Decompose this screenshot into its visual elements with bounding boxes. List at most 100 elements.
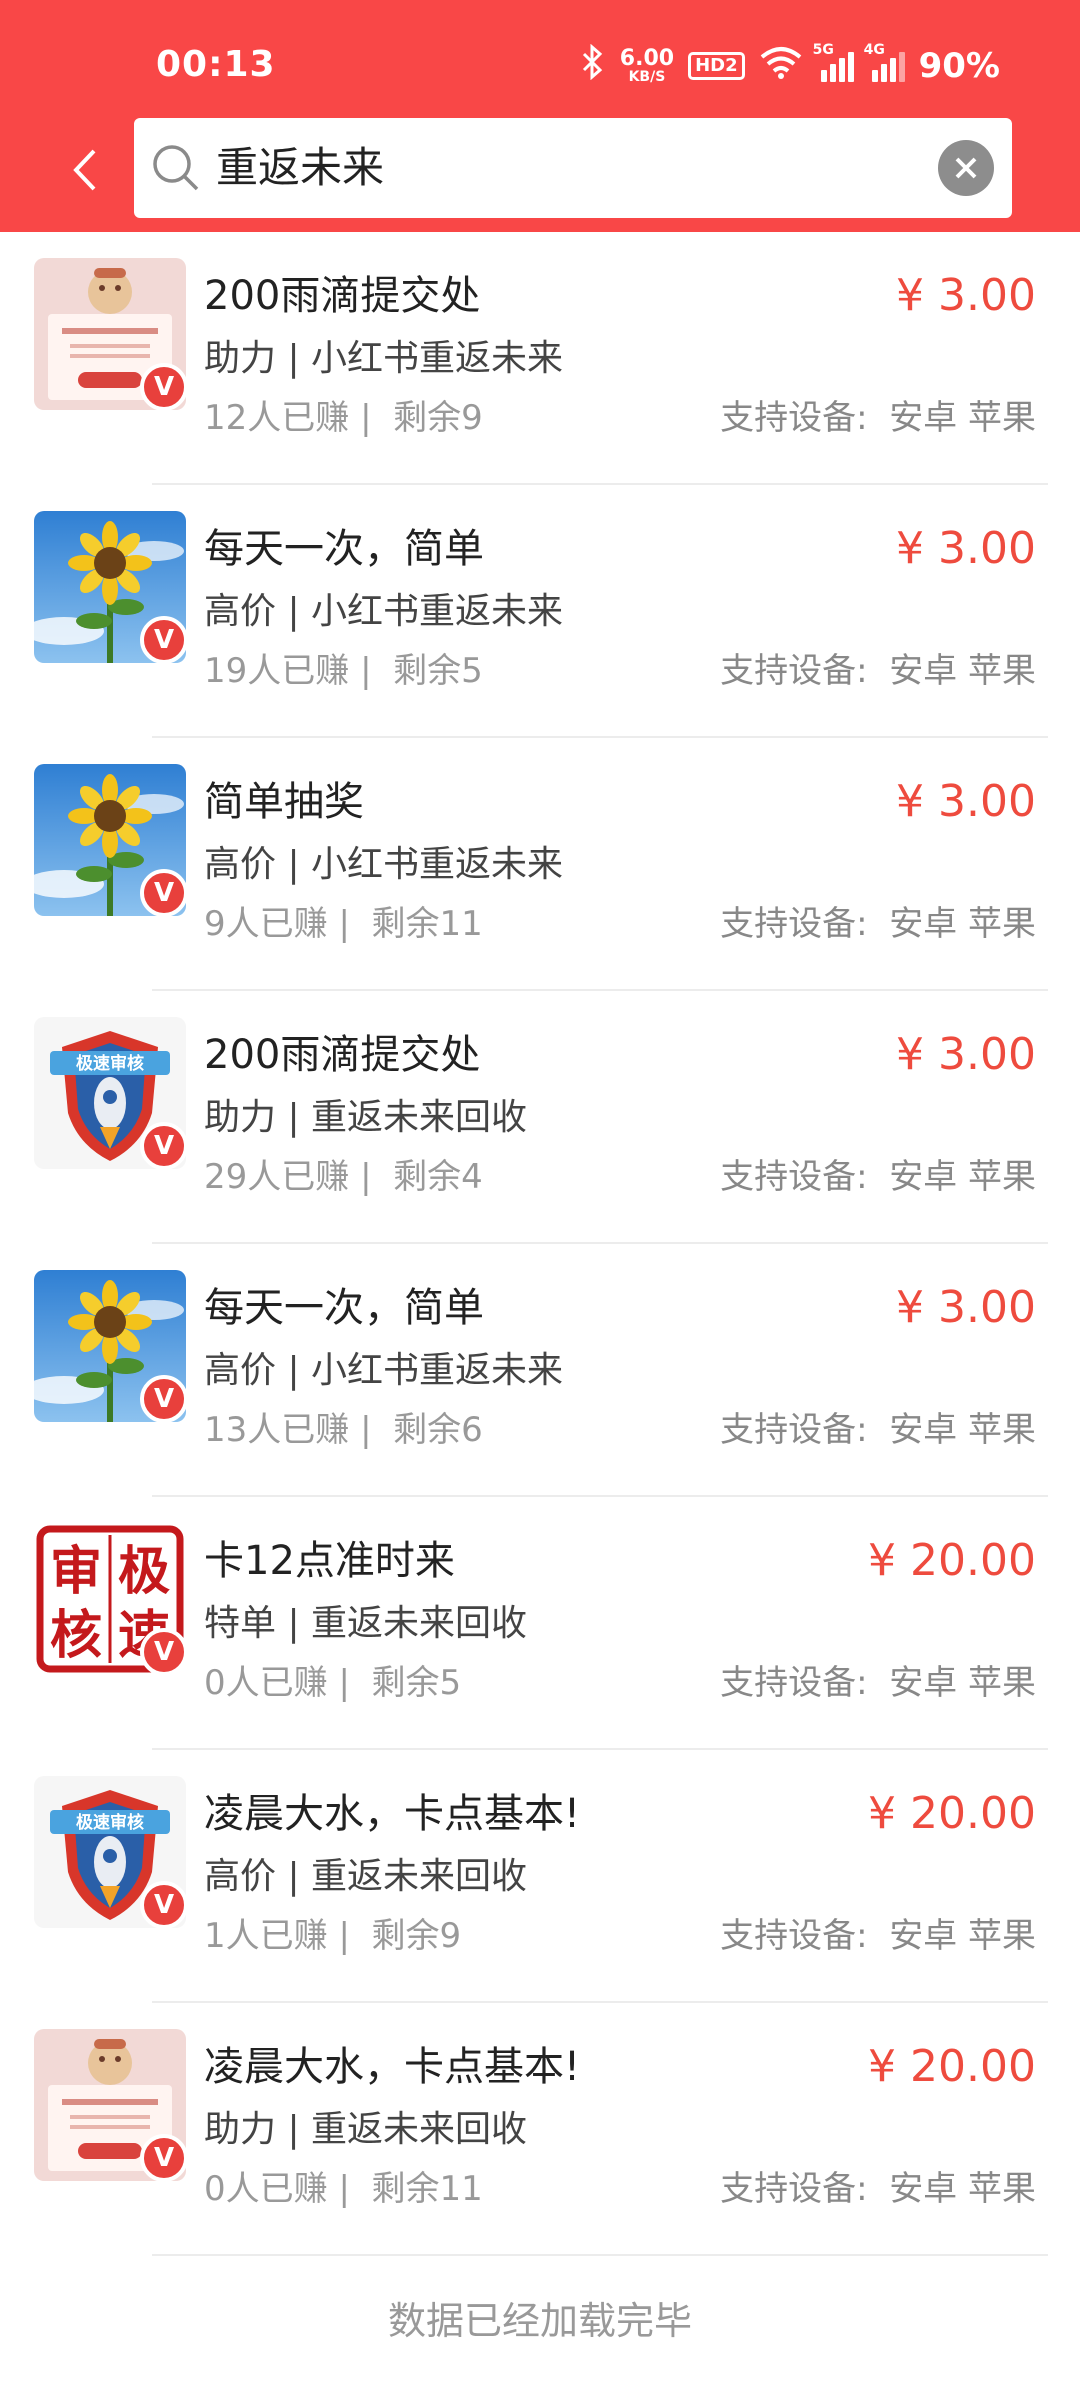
- earned-count: 9人已赚 |: [204, 904, 350, 944]
- task-stats: 1人已赚 | 剩余9: [204, 1912, 461, 1960]
- task-subtitle: 高价 | 重返未来回收: [204, 1856, 528, 1897]
- list-item[interactable]: 审 极 核 速 V 卡12点准时来 特单 | 重返未来回收 0人已赚 | 剩余5…: [0, 1497, 1080, 1750]
- supported-devices: 支持设备: 安卓 苹果: [720, 1659, 1036, 1707]
- net-speed: 6.00 KB/S: [619, 46, 675, 85]
- supported-devices: 支持设备: 安卓 苹果: [720, 2165, 1036, 2213]
- list-item[interactable]: 极速审核 V 200雨滴提交处 助力 | 重返未来回收 29人已赚 | 剩余4 …: [0, 991, 1080, 1244]
- earned-count: 12人已赚 |: [204, 398, 372, 438]
- device-label: 支持设备:: [720, 1157, 868, 1197]
- device-label: 支持设备:: [720, 398, 868, 438]
- device-label: 支持设备:: [720, 904, 868, 944]
- earned-count: 19人已赚 |: [204, 651, 372, 691]
- net-speed-unit: KB/S: [628, 69, 666, 85]
- status-bar: 00:13 6.00 KB/S HD2 5G 4G 90%: [0, 0, 1080, 110]
- task-subtitle: 特单 | 重返未来回收: [204, 1603, 528, 1644]
- earned-count: 13人已赚 |: [204, 1410, 372, 1450]
- task-stats: 19人已赚 | 剩余5: [204, 647, 483, 695]
- list-item[interactable]: V 每天一次，简单 高价 | 小红书重返未来 13人已赚 | 剩余6 ¥ 3.0…: [0, 1244, 1080, 1497]
- supported-devices: 支持设备: 安卓 苹果: [720, 394, 1036, 442]
- remaining-count: 剩余9: [393, 398, 483, 438]
- remaining-count: 剩余4: [393, 1157, 483, 1197]
- signal-4g-icon: 4G: [864, 42, 905, 82]
- task-subtitle: 高价 | 小红书重返未来: [204, 844, 564, 885]
- remaining-count: 剩余5: [393, 651, 483, 691]
- task-price: ¥ 20.00: [868, 2041, 1036, 2092]
- verified-badge-icon: V: [140, 1628, 188, 1676]
- clear-search-button[interactable]: [938, 140, 994, 196]
- task-stats: 0人已赚 | 剩余11: [204, 2165, 483, 2213]
- task-subtitle: 高价 | 小红书重返未来: [204, 591, 564, 632]
- task-title: 每天一次，简单: [204, 1285, 484, 1331]
- wifi-icon: [759, 45, 803, 88]
- supported-devices: 支持设备: 安卓 苹果: [720, 1406, 1036, 1454]
- task-price: ¥ 20.00: [868, 1788, 1036, 1839]
- remaining-count: 剩余9: [371, 1916, 462, 1956]
- list-item[interactable]: V 200雨滴提交处 助力 | 小红书重返未来 12人已赚 | 剩余9 ¥ 3.…: [0, 232, 1080, 485]
- svg-text:极速审核: 极速审核: [76, 1053, 144, 1074]
- list-item[interactable]: V 凌晨大水，卡点基本! 助力 | 重返未来回收 0人已赚 | 剩余11 ¥ 2…: [0, 2003, 1080, 2256]
- task-stats: 29人已赚 | 剩余4: [204, 1153, 483, 1201]
- status-time: 00:13: [156, 44, 276, 85]
- device-label: 支持设备:: [720, 2169, 868, 2209]
- battery-level: 90%: [918, 46, 1000, 86]
- earned-count: 29人已赚 |: [204, 1157, 372, 1197]
- task-price: ¥ 3.00: [896, 776, 1036, 827]
- svg-text:极速审核: 极速审核: [76, 1812, 144, 1833]
- divider: [152, 2254, 1048, 2256]
- task-price: ¥ 3.00: [896, 1282, 1036, 1333]
- verified-badge-icon: V: [140, 363, 188, 411]
- device-label: 支持设备:: [720, 1410, 868, 1450]
- search-box[interactable]: 重返未来: [134, 118, 1012, 218]
- status-icons: 6.00 KB/S HD2 5G 4G 90%: [580, 42, 1000, 90]
- task-price: ¥ 3.00: [896, 270, 1036, 321]
- device-list: 安卓 苹果: [889, 1157, 1036, 1197]
- verified-badge-icon: V: [140, 1375, 188, 1423]
- task-subtitle: 高价 | 小红书重返未来: [204, 1350, 564, 1391]
- task-title: 每天一次，简单: [204, 526, 484, 572]
- supported-devices: 支持设备: 安卓 苹果: [720, 1912, 1036, 1960]
- search-icon: [153, 145, 199, 191]
- load-complete-text: 数据已经加载完毕: [387, 2299, 692, 2343]
- task-list: V 200雨滴提交处 助力 | 小红书重返未来 12人已赚 | 剩余9 ¥ 3.…: [0, 232, 1080, 2256]
- remaining-count: 剩余11: [371, 904, 483, 944]
- net-speed-value: 6.00: [619, 46, 675, 71]
- list-item[interactable]: V 简单抽奖 高价 | 小红书重返未来 9人已赚 | 剩余11 ¥ 3.00 支…: [0, 738, 1080, 991]
- device-list: 安卓 苹果: [889, 1410, 1036, 1450]
- earned-count: 1人已赚 |: [204, 1916, 350, 1956]
- list-item[interactable]: V 每天一次，简单 高价 | 小红书重返未来 19人已赚 | 剩余5 ¥ 3.0…: [0, 485, 1080, 738]
- supported-devices: 支持设备: 安卓 苹果: [720, 900, 1036, 948]
- device-label: 支持设备:: [720, 651, 868, 691]
- back-button[interactable]: [60, 140, 110, 200]
- svg-text:极: 极: [118, 1542, 170, 1602]
- svg-text:核: 核: [50, 1606, 102, 1666]
- supported-devices: 支持设备: 安卓 苹果: [720, 1153, 1036, 1201]
- task-subtitle: 助力 | 重返未来回收: [204, 1097, 528, 1138]
- task-title: 凌晨大水，卡点基本!: [204, 1791, 581, 1837]
- earned-count: 0人已赚 |: [204, 1663, 350, 1703]
- remaining-count: 剩余11: [371, 2169, 483, 2209]
- task-price: ¥ 3.00: [896, 1029, 1036, 1080]
- device-label: 支持设备:: [720, 1916, 868, 1956]
- device-list: 安卓 苹果: [889, 398, 1036, 438]
- signal-4g-label: 4G: [863, 42, 885, 58]
- task-title: 简单抽奖: [204, 779, 364, 825]
- list-item[interactable]: 极速审核 V 凌晨大水，卡点基本! 高价 | 重返未来回收 1人已赚 | 剩余9…: [0, 1750, 1080, 2003]
- verified-badge-icon: V: [140, 1881, 188, 1929]
- signal-5g-icon: 5G: [813, 42, 854, 82]
- device-list: 安卓 苹果: [889, 1916, 1036, 1956]
- task-subtitle: 助力 | 重返未来回收: [204, 2109, 528, 2150]
- task-stats: 13人已赚 | 剩余6: [204, 1406, 483, 1454]
- task-title: 200雨滴提交处: [204, 273, 481, 319]
- task-stats: 12人已赚 | 剩余9: [204, 394, 483, 442]
- task-title: 卡12点准时来: [204, 1538, 455, 1584]
- device-label: 支持设备:: [720, 1663, 868, 1703]
- task-price: ¥ 3.00: [896, 523, 1036, 574]
- verified-badge-icon: V: [140, 2134, 188, 2182]
- task-title: 凌晨大水，卡点基本!: [204, 2044, 581, 2090]
- verified-badge-icon: V: [140, 616, 188, 664]
- back-arrow-icon: [73, 149, 96, 191]
- search-input[interactable]: 重返未来: [216, 142, 384, 194]
- remaining-count: 剩余5: [371, 1663, 462, 1703]
- task-price: ¥ 20.00: [868, 1535, 1036, 1586]
- hd-badge: HD2: [688, 52, 745, 80]
